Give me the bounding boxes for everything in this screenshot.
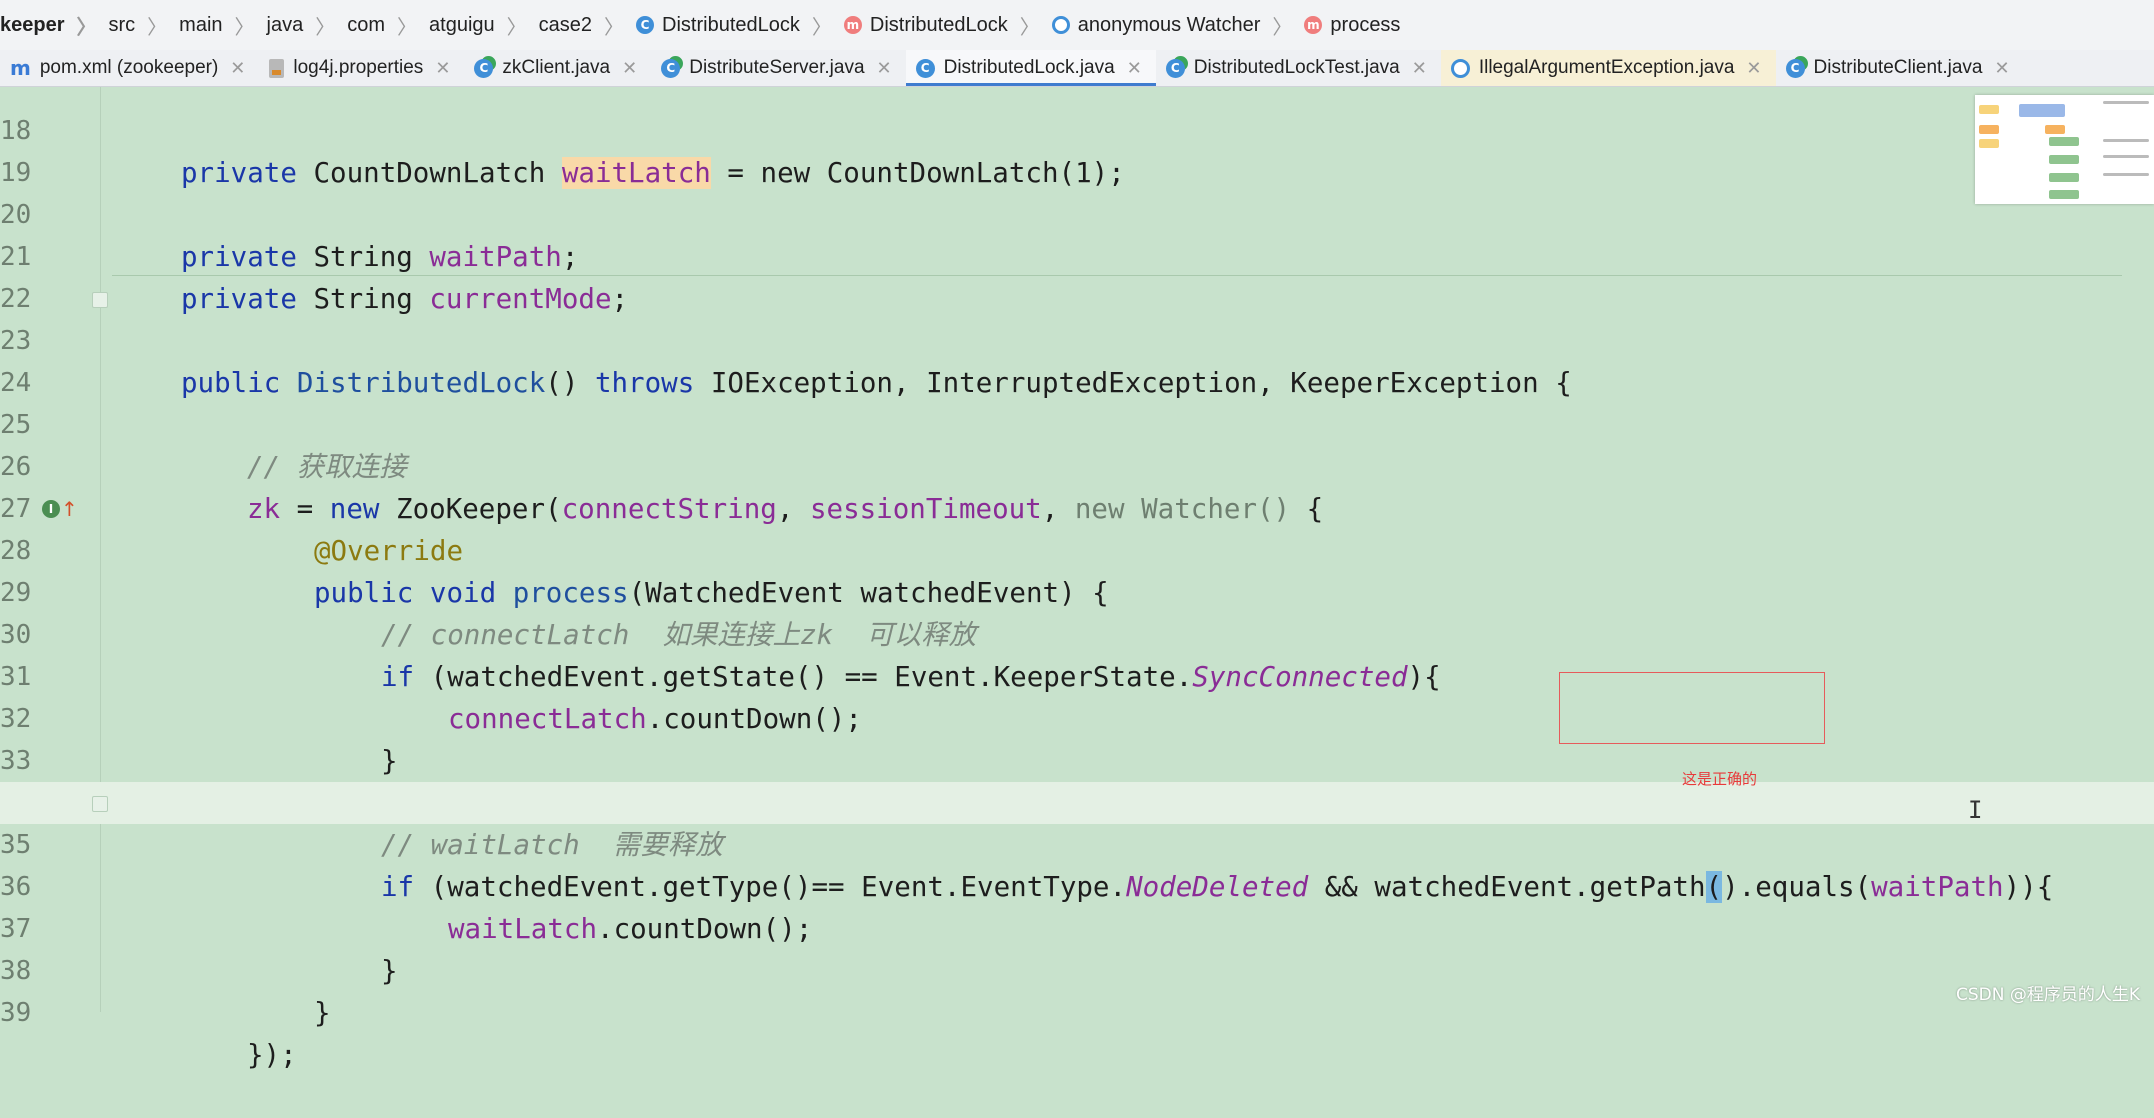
breadcrumb-item[interactable]: atguigu 〉 <box>429 11 539 40</box>
code-line[interactable]: 24 <box>0 320 2154 398</box>
code-line[interactable]: 19 <box>0 110 2154 188</box>
minimap-preview[interactable] <box>1975 95 2154 204</box>
code-line[interactable]: 21 private String currentMode; <box>0 194 2154 315</box>
text-cursor-icon: I <box>1968 796 1983 824</box>
breadcrumb-item[interactable]: main 〉 <box>179 11 266 40</box>
class-icon: C <box>636 16 655 34</box>
breadcrumb-method[interactable]: m process <box>1304 14 1400 37</box>
code-line[interactable]: 29 // connectLatch 如果连接上zk 可以释放 <box>0 530 2154 651</box>
code-line[interactable]: 37 } <box>0 866 2154 987</box>
code-line-current[interactable]: 35 if (watchedEvent.getType()== Event.Ev… <box>0 782 2154 903</box>
code-editor[interactable]: 18 private CountDownLatch waitLatch = ne… <box>0 87 2154 1071</box>
code-line[interactable]: 26 zk = new ZooKeeper(connectString, ses… <box>0 404 2154 525</box>
code-line[interactable]: 25 // 获取连接 <box>0 362 2154 483</box>
breadcrumb-item[interactable]: case2 〉 <box>539 11 636 40</box>
breadcrumb-item[interactable]: com 〉 <box>347 11 429 40</box>
watermark: CSDN @程序员的人生K <box>1955 985 2140 1005</box>
method-icon: m <box>1304 16 1323 34</box>
code-line[interactable]: 31 connectLatch.countDown(); <box>0 614 2154 735</box>
breadcrumb-anonymous-class[interactable]: anonymous Watcher 〉 <box>1051 11 1305 40</box>
method-icon: m <box>843 16 862 34</box>
breadcrumb: keeper 〉 src 〉 main 〉 java 〉 com 〉 atguigu 〉 c… <box>0 0 2154 51</box>
fold-marker[interactable] <box>92 796 108 812</box>
code-line[interactable]: 18 private CountDownLatch waitLatch = ne… <box>0 68 2154 189</box>
code-line[interactable]: 23 public DistributedLock() throws IOExc… <box>0 278 2154 399</box>
annotation-box <box>1559 672 1825 744</box>
code-line[interactable]: 20 private String waitPath; <box>0 152 2154 273</box>
code-line[interactable]: 36 waitLatch.countDown(); <box>0 824 2154 945</box>
code-line[interactable]: 30 if (watchedEvent.getState() == Event.… <box>0 572 2154 693</box>
breadcrumb-method[interactable]: m DistributedLock 〉 <box>843 11 1052 40</box>
annotation-note: 这是正确的 <box>1682 770 1758 788</box>
code-line[interactable]: 32 } <box>0 656 2154 777</box>
code-line[interactable]: 38 } <box>0 908 2154 1029</box>
implements-method-icon[interactable]: I ↑ <box>42 497 78 521</box>
breadcrumb-item[interactable]: keeper 〉 <box>0 11 109 40</box>
code-line[interactable]: 34 // waitLatch 需要释放 <box>0 740 2154 861</box>
code-line[interactable]: 22 <box>0 236 2154 314</box>
code-line[interactable]: 39 }); <box>0 950 2154 1071</box>
fold-marker[interactable] <box>92 292 108 308</box>
breadcrumb-item[interactable]: java 〉 <box>267 11 348 40</box>
code-line[interactable]: 33 <box>0 698 2154 776</box>
code-line[interactable]: 28 public void process(WatchedEvent watc… <box>0 488 2154 609</box>
code-line[interactable]: 27 @Override <box>0 446 2154 567</box>
breadcrumb-item[interactable]: src 〉 <box>109 11 180 40</box>
breadcrumb-class[interactable]: C DistributedLock 〉 <box>636 11 844 40</box>
anonymous-class-icon <box>1051 16 1070 34</box>
